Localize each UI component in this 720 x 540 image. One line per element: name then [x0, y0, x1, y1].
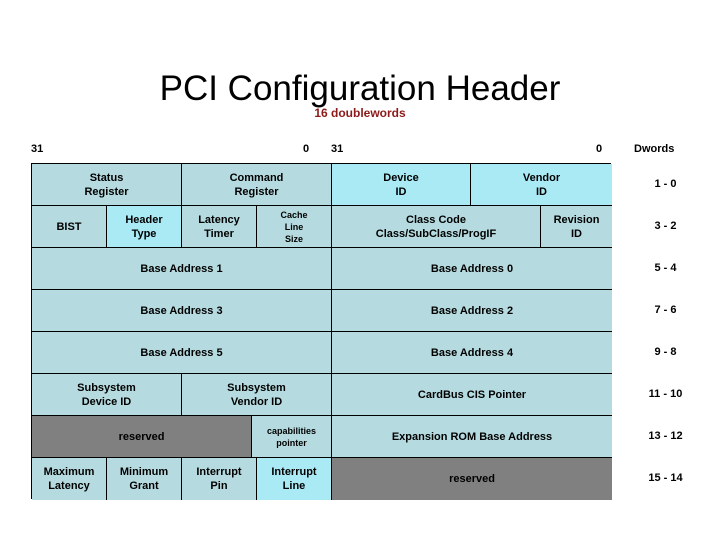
cell-status-register: Status Register [32, 164, 182, 206]
dword-label: 5 - 4 [654, 262, 677, 274]
cell-revision-id: Revision ID [541, 206, 612, 248]
dwords-column-header: Dwords [634, 143, 675, 155]
cell-base-address-1: Base Address 1 [32, 248, 332, 290]
subtitle-doublewords: 16 doublewords [314, 106, 406, 120]
page-title: PCI Configuration Header [159, 69, 561, 109]
cell-header-type: Header Type [107, 206, 182, 248]
bit-label-left-low: 0 [303, 143, 310, 155]
dword-label: 9 - 8 [654, 346, 677, 358]
cell-interrupt-line: Interrupt Line [257, 458, 332, 500]
cell-class-code: Class Code Class/SubClass/ProgIF [332, 206, 541, 248]
cell-minimum-grant: Minimum Grant [107, 458, 182, 500]
cell-reserved-lower: reserved [332, 458, 612, 500]
cell-base-address-5: Base Address 5 [32, 332, 332, 374]
cell-subsystem-device-id: Subsystem Device ID [32, 374, 182, 416]
dword-label: 1 - 0 [654, 178, 677, 190]
cell-base-address-2: Base Address 2 [332, 290, 612, 332]
bit-label-left-high: 31 [31, 143, 44, 155]
cell-cache-line-size: Cache Line Size [257, 206, 332, 248]
dword-label: 3 - 2 [654, 220, 677, 232]
cell-base-address-3: Base Address 3 [32, 290, 332, 332]
cell-latency-timer: Latency Timer [182, 206, 257, 248]
dword-label: 15 - 14 [648, 472, 683, 484]
cell-reserved-upper: reserved [32, 416, 252, 458]
bit-label-right-low: 0 [596, 143, 603, 155]
cell-bist: BIST [32, 206, 107, 248]
table-row: Base Address 1 Base Address 0 [32, 248, 612, 290]
table-row: Base Address 3 Base Address 2 [32, 290, 612, 332]
bit-label-right-high: 31 [331, 143, 344, 155]
cell-device-id: Device ID [332, 164, 471, 206]
table-row: BIST Header Type Latency Timer Cache Line Si… [32, 206, 612, 248]
cell-subsystem-vendor-id: Subsystem Vendor ID [182, 374, 332, 416]
cell-base-address-4: Base Address 4 [332, 332, 612, 374]
table-row: Maximum Latency Minimum Grant Interrupt Pin… [32, 458, 612, 500]
dword-label: 13 - 12 [648, 430, 683, 442]
cell-cardbus-cis-pointer: CardBus CIS Pointer [332, 374, 612, 416]
cell-command-register: Command Register [182, 164, 332, 206]
cell-base-address-0: Base Address 0 [332, 248, 612, 290]
cell-capabilities-pointer: capabilities pointer [252, 416, 332, 458]
table-row: reserved capabilities pointer Expansion R… [32, 416, 612, 458]
table-row: Subsystem Device ID Subsystem Vendor ID Ca… [32, 374, 612, 416]
dword-label: 11 - 10 [648, 388, 683, 400]
table-row: Status Register Command Register Device ID … [32, 164, 612, 206]
cell-vendor-id: Vendor ID [471, 164, 612, 206]
cell-expansion-rom-base-address: Expansion ROM Base Address [332, 416, 612, 458]
cell-interrupt-pin: Interrupt Pin [182, 458, 257, 500]
table-row: Base Address 5 Base Address 4 [32, 332, 612, 374]
dword-label: 7 - 6 [654, 304, 677, 316]
cell-maximum-latency: Maximum Latency [32, 458, 107, 500]
pci-configuration-header-table: Status Register Command Register Device ID … [31, 163, 612, 500]
